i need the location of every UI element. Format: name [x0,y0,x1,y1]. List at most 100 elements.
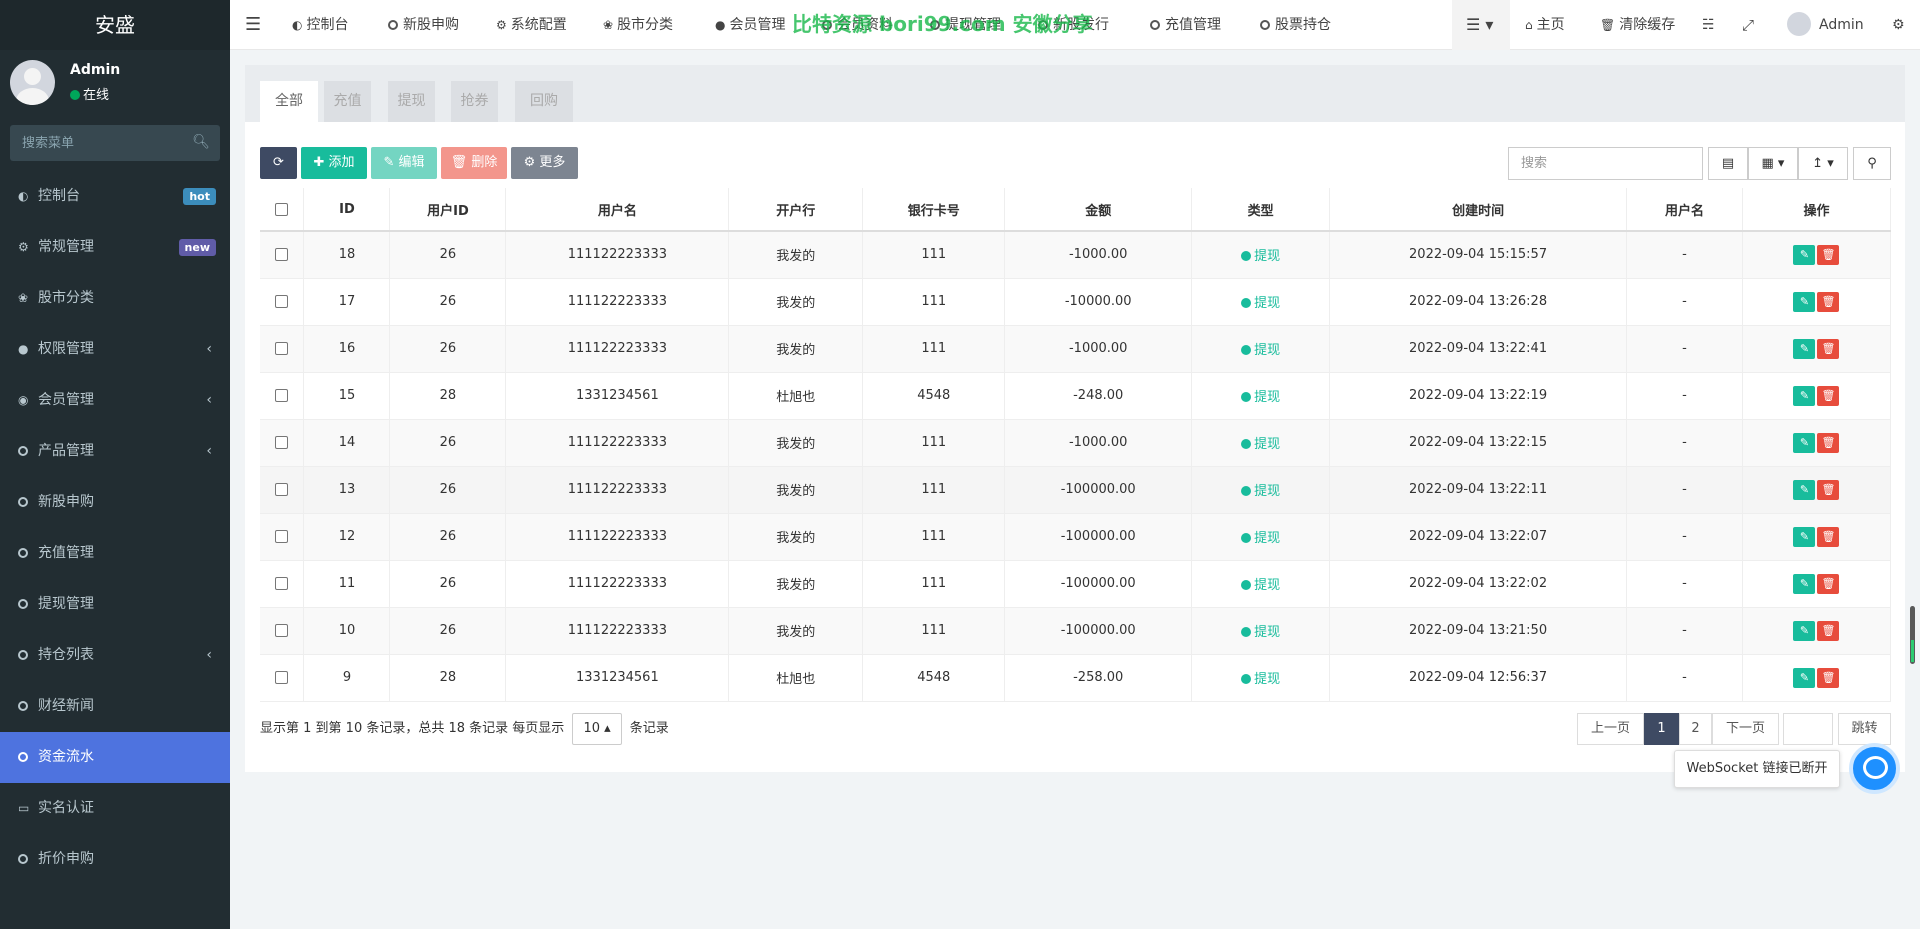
row-checkbox-cell[interactable] [260,513,305,561]
sidebar-item-stock-category[interactable]: ❀ 股市分类 [0,273,230,324]
row-delete-button[interactable]: 🗑︎ [1817,432,1840,453]
prev-page-button[interactable]: 上一页 [1577,713,1644,745]
search-toggle-button[interactable]: ⚲ [1853,147,1891,180]
row-delete-button[interactable]: 🗑︎ [1817,291,1840,312]
row-checkbox-cell[interactable] [260,560,305,608]
table-row[interactable]: 14 26 111122223333 我发的 111 -1000.00 提现 2022-09-… [260,419,1892,467]
col-id[interactable]: ID [303,188,391,232]
table-row[interactable]: 12 26 111122223333 我发的 111 -100000.00 提现 2022-0… [260,513,1892,561]
sidebar-item-ipo[interactable]: 新股申购 [0,477,230,528]
sidebar-search-input[interactable] [10,125,220,161]
col-user-id[interactable]: 用户ID [389,188,507,232]
chat-bubble-button[interactable] [1849,743,1900,794]
table-search-input[interactable] [1508,147,1703,180]
sidebar-item-member[interactable]: ◉ 会员管理 ‹ [0,375,230,426]
row-edit-button[interactable]: ✎ [1793,385,1816,406]
row-delete-button[interactable]: 🗑︎ [1817,573,1840,594]
row-checkbox-cell[interactable] [260,419,305,467]
row-checkbox-cell[interactable] [260,607,305,655]
menu-toggle-icon[interactable]: ☰ [245,0,261,50]
nav-stock-holdings[interactable]: 股票持仓 [1260,0,1331,50]
row-delete-button[interactable]: 🗑︎ [1817,620,1840,641]
row-edit-button[interactable]: ✎ [1793,667,1816,688]
page-size-select[interactable]: 10 ▴ [572,713,622,745]
table-row[interactable]: 11 26 111122223333 我发的 111 -100000.00 提现 2022-0… [260,560,1892,608]
nav-system-config[interactable]: ⚙ 系统配置 [496,0,567,50]
row-delete-button[interactable]: 🗑︎ [1817,385,1840,406]
refresh-button[interactable]: ⟳ [260,147,297,179]
add-button[interactable]: ✚ 添加 [301,147,367,179]
table-row[interactable]: 9 28 1331234561 杜旭也 4548 -258.00 提现 2022-09-04 … [260,654,1892,702]
tab-grab[interactable]: 抢券 [451,81,498,122]
nav-member[interactable]: ● 会员管理 [715,0,785,50]
row-delete-button[interactable]: 🗑︎ [1817,479,1840,500]
toggle-view-button[interactable]: ▤ [1708,147,1748,180]
select-all-checkbox-cell[interactable] [260,188,305,232]
table-row[interactable]: 17 26 111122223333 我发的 111 -10000.00 提现 2022-09… [260,278,1892,326]
col-username[interactable]: 用户名 [505,188,730,232]
row-delete-button[interactable]: 🗑︎ [1817,526,1840,547]
columns-button[interactable]: ▦ ▾ [1748,147,1798,180]
row-checkbox-cell[interactable] [260,231,305,279]
nav-ipo[interactable]: 新股申购 [388,0,459,50]
col-type[interactable]: 类型 [1191,188,1331,232]
tab-buyback[interactable]: 回购 [515,81,573,122]
search-icon[interactable]: 🔍︎ [192,134,210,150]
tab-recharge[interactable]: 充值 [324,81,371,122]
row-checkbox-cell[interactable] [260,466,305,514]
row-delete-button[interactable]: 🗑︎ [1817,338,1840,359]
row-edit-button[interactable]: ✎ [1793,573,1816,594]
row-checkbox[interactable] [275,624,289,637]
row-checkbox[interactable] [275,577,289,590]
row-checkbox[interactable] [275,530,289,543]
row-edit-button[interactable]: ✎ [1793,244,1816,265]
translate-icon[interactable]: ☵ [1702,0,1715,50]
row-delete-button[interactable]: 🗑︎ [1817,244,1840,265]
jump-button[interactable]: 跳转 [1838,713,1891,745]
row-edit-button[interactable]: ✎ [1793,291,1816,312]
sidebar-item-permission[interactable]: ● 权限管理 ‹ [0,324,230,375]
col-card[interactable]: 银行卡号 [862,188,1006,232]
row-edit-button[interactable]: ✎ [1793,432,1816,453]
sidebar-item-product[interactable]: 产品管理 ‹ [0,426,230,477]
row-checkbox-cell[interactable] [260,278,305,326]
sidebar-item-fund-flow[interactable]: 资金流水 [0,732,230,783]
nav-recharge[interactable]: 充值管理 [1150,0,1221,50]
table-row[interactable]: 15 28 1331234561 杜旭也 4548 -248.00 提现 2022-09-04… [260,372,1892,420]
nav-home[interactable]: ⌂ 主页 [1525,0,1565,50]
sidebar-item-verification[interactable]: ▭ 实名认证 [0,783,230,834]
table-row[interactable]: 13 26 111122223333 我发的 111 -100000.00 提现 2022-0… [260,466,1892,514]
row-checkbox[interactable] [275,248,289,262]
col-bank[interactable]: 开户行 [728,188,864,232]
table-row[interactable]: 18 26 111122223333 我发的 111 -1000.00 提现 2022-09-… [260,231,1892,279]
col-amount[interactable]: 金额 [1004,188,1193,232]
export-button[interactable]: ↥ ▾ [1798,147,1848,180]
table-row[interactable]: 10 26 111122223333 我发的 111 -100000.00 提现 2022-0… [260,607,1892,655]
row-checkbox-cell[interactable] [260,325,305,373]
sidebar-item-discount[interactable]: 折价申购 [0,834,230,885]
row-checkbox-cell[interactable] [260,372,305,420]
sidebar-item-dashboard[interactable]: ◐ 控制台 hot [0,171,230,222]
delete-button[interactable]: 🗑︎ 删除 [441,147,507,179]
row-checkbox[interactable] [275,342,289,355]
select-all-checkbox[interactable] [275,202,289,216]
brand-logo[interactable]: 安盛 [0,0,230,50]
nav-stock-category[interactable]: ❀ 股市分类 [603,0,673,50]
sidebar-item-general[interactable]: ⚙ 常规管理 new [0,222,230,273]
sidebar-item-holdings[interactable]: 持仓列表 ‹ [0,630,230,681]
sidebar-item-news[interactable]: 财经新闻 [0,681,230,732]
row-delete-button[interactable]: 🗑︎ [1817,667,1840,688]
more-button[interactable]: ⚙ 更多 [511,147,578,179]
tab-all[interactable]: 全部 [260,81,318,122]
row-checkbox-cell[interactable] [260,654,305,702]
clear-cache-button[interactable]: 🗑︎ 清除缓存 [1600,0,1675,50]
row-edit-button[interactable]: ✎ [1793,479,1816,500]
fullscreen-icon[interactable]: ⤢ [1742,0,1754,50]
row-checkbox[interactable] [275,671,289,684]
row-checkbox[interactable] [275,389,289,402]
row-checkbox[interactable] [275,295,289,308]
col-created-time[interactable]: 创建时间 [1329,188,1628,232]
col-username-2[interactable]: 用户名 [1626,188,1743,232]
edit-button[interactable]: ✎ 编辑 [371,147,437,179]
sidebar-item-recharge[interactable]: 充值管理 [0,528,230,579]
